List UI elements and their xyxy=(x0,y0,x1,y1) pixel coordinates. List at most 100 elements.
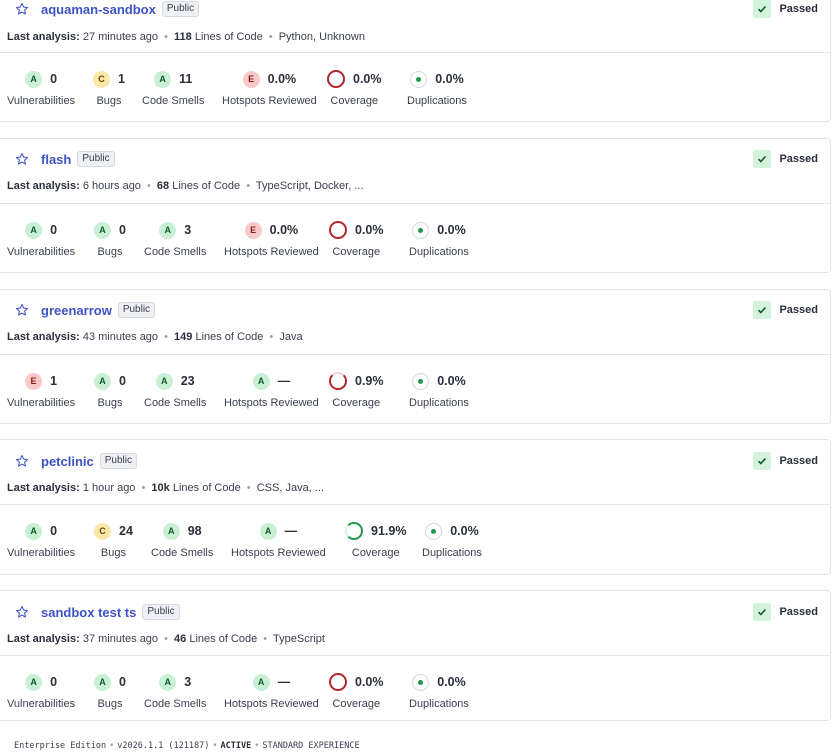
metric-value: 0.0% xyxy=(437,223,466,237)
metric-label: Vulnerabilities xyxy=(7,547,76,559)
rating-badge: E xyxy=(242,70,260,88)
metric-label: Hotspots Reviewed xyxy=(222,95,317,107)
metric-value: 24 xyxy=(119,524,133,538)
metric-label: Vulnerabilities xyxy=(7,246,76,258)
metric-value: 3 xyxy=(184,675,192,689)
metric-label: Duplications xyxy=(409,698,469,710)
metric-bugs[interactable]: A0 Bugs xyxy=(94,672,126,710)
project-card: sandbox test ts Public Passed Last analy… xyxy=(0,590,831,721)
metric-code-smells[interactable]: A3 Code Smells xyxy=(144,672,206,710)
metric-value: 23 xyxy=(180,374,195,388)
rating-badge: E xyxy=(25,372,43,390)
metric-label: Vulnerabilities xyxy=(7,95,76,107)
star-icon[interactable] xyxy=(15,453,31,469)
metric-duplications[interactable]: 0.0% Duplications xyxy=(422,521,482,559)
duplications-ring-icon xyxy=(412,673,430,691)
metric-vulnerabilities[interactable]: A0 Vulnerabilities xyxy=(7,220,75,258)
project-name-link[interactable]: greenarrow xyxy=(41,303,112,318)
lines-of-code-label: Lines of Code xyxy=(194,31,263,43)
version-label: v2026.1.1 (121187) xyxy=(117,741,210,751)
metric-value: 1 xyxy=(50,374,58,388)
project-name-link[interactable]: sandbox test ts xyxy=(41,605,136,620)
metric-duplications[interactable]: 0.0% Duplications xyxy=(407,69,467,107)
metric-vulnerabilities[interactable]: A0 Vulnerabilities xyxy=(7,672,75,710)
metric-value: 0.9% xyxy=(355,374,384,388)
metric-label: Code Smells xyxy=(142,95,205,107)
duplications-ring-icon xyxy=(412,221,430,239)
duplications-ring-icon xyxy=(412,372,430,390)
metric-label: Coverage xyxy=(351,547,400,559)
last-analysis-time: 37 minutes ago xyxy=(82,633,159,645)
metric-bugs[interactable]: C1 Bugs xyxy=(93,69,125,107)
metric-label: Code Smells xyxy=(144,397,207,409)
project-card-header: aquaman-sandbox Public Passed Last analy… xyxy=(0,0,830,53)
metric-hotspots[interactable]: A — Hotspots Reviewed xyxy=(231,521,326,559)
star-icon[interactable] xyxy=(15,302,31,318)
visibility-badge: Public xyxy=(142,604,180,620)
lines-of-code-value: 46 xyxy=(174,633,187,645)
metric-code-smells[interactable]: A 23 Code Smells xyxy=(144,371,206,409)
quality-gate-label: Passed xyxy=(779,455,818,467)
metric-code-smells[interactable]: A 98 Code Smells xyxy=(151,521,213,559)
metric-label: Hotspots Reviewed xyxy=(224,397,319,409)
project-card-header: petclinic Public Passed Last analysis: 1… xyxy=(0,440,830,505)
metric-duplications[interactable]: 0.0% Duplications xyxy=(409,220,469,258)
star-icon[interactable] xyxy=(15,151,31,167)
project-card: petclinic Public Passed Last analysis: 1… xyxy=(0,439,831,575)
metric-label: Duplications xyxy=(409,397,469,409)
languages: CSS, Java, ... xyxy=(256,482,324,494)
metric-duplications[interactable]: 0.0% Duplications xyxy=(409,371,469,409)
metric-value: 0.0% xyxy=(435,72,464,86)
metric-duplications[interactable]: 0.0% Duplications xyxy=(409,672,469,710)
rating-badge: A xyxy=(159,221,177,239)
metric-value: 98 xyxy=(187,524,202,538)
rating-badge: A xyxy=(25,673,43,691)
metrics-row: A0 Vulnerabilities A0 Bugs A3 Code Smell… xyxy=(0,204,830,274)
metric-coverage[interactable]: 0.0% Coverage xyxy=(327,69,382,107)
metric-bugs[interactable]: C 24 Bugs xyxy=(94,521,133,559)
metric-label: Coverage xyxy=(332,698,381,710)
metric-bugs[interactable]: A0 Bugs xyxy=(94,220,126,258)
star-icon[interactable] xyxy=(15,1,31,17)
metric-bugs[interactable]: A0 Bugs xyxy=(94,371,126,409)
languages: TypeScript xyxy=(273,633,325,645)
metric-vulnerabilities[interactable]: A0 Vulnerabilities xyxy=(7,521,75,559)
metric-coverage[interactable]: 0.0% Coverage xyxy=(329,672,384,710)
metric-code-smells[interactable]: A3 Code Smells xyxy=(144,220,206,258)
last-analysis-label: Last analysis: xyxy=(7,633,80,645)
project-name-link[interactable]: flash xyxy=(41,152,71,167)
duplications-ring-icon xyxy=(425,522,443,540)
metric-value: 0.0% xyxy=(450,524,479,538)
rating-badge: A xyxy=(252,372,270,390)
coverage-ring-icon xyxy=(327,70,345,88)
metric-value: 0.0% xyxy=(437,675,466,689)
visibility-badge: Public xyxy=(99,453,137,469)
metric-coverage[interactable]: 0.9% Coverage xyxy=(329,371,384,409)
metric-vulnerabilities[interactable]: A0 Vulnerabilities xyxy=(7,69,75,107)
metric-hotspots[interactable]: A — Hotspots Reviewed xyxy=(224,371,319,409)
star-icon[interactable] xyxy=(15,604,31,620)
metric-coverage[interactable]: 0.0% Coverage xyxy=(329,220,384,258)
metric-hotspots[interactable]: A — Hotspots Reviewed xyxy=(224,672,319,710)
metric-coverage[interactable]: 91.9% Coverage xyxy=(345,521,406,559)
quality-gate-status: Passed xyxy=(753,298,818,322)
metric-vulnerabilities[interactable]: E1 Vulnerabilities xyxy=(7,371,75,409)
languages: Python, Unknown xyxy=(278,31,365,43)
metric-label: Bugs xyxy=(97,246,123,258)
last-analysis-row: Last analysis: 37 minutes ago • 46 Lines… xyxy=(7,633,325,645)
metric-label: Code Smells xyxy=(144,698,207,710)
project-card-header: greenarrow Public Passed Last analysis: … xyxy=(0,290,830,355)
metric-hotspots[interactable]: E 0.0% Hotspots Reviewed xyxy=(222,69,317,107)
metric-hotspots[interactable]: E 0.0% Hotspots Reviewed xyxy=(224,220,319,258)
metric-value: 0.0% xyxy=(437,374,466,388)
lines-of-code-label: Lines of Code xyxy=(189,633,258,645)
metric-label: Vulnerabilities xyxy=(7,698,76,710)
metric-label: Bugs xyxy=(97,397,123,409)
project-name-link[interactable]: aquaman-sandbox xyxy=(41,2,156,17)
metric-code-smells[interactable]: A 11 Code Smells xyxy=(142,69,204,107)
metric-label: Hotspots Reviewed xyxy=(224,246,319,258)
metric-value: 0.0% xyxy=(355,223,384,237)
experience-label[interactable]: STANDARD EXPERIENCE xyxy=(262,741,359,751)
metric-label: Coverage xyxy=(332,246,381,258)
project-name-link[interactable]: petclinic xyxy=(41,454,94,469)
